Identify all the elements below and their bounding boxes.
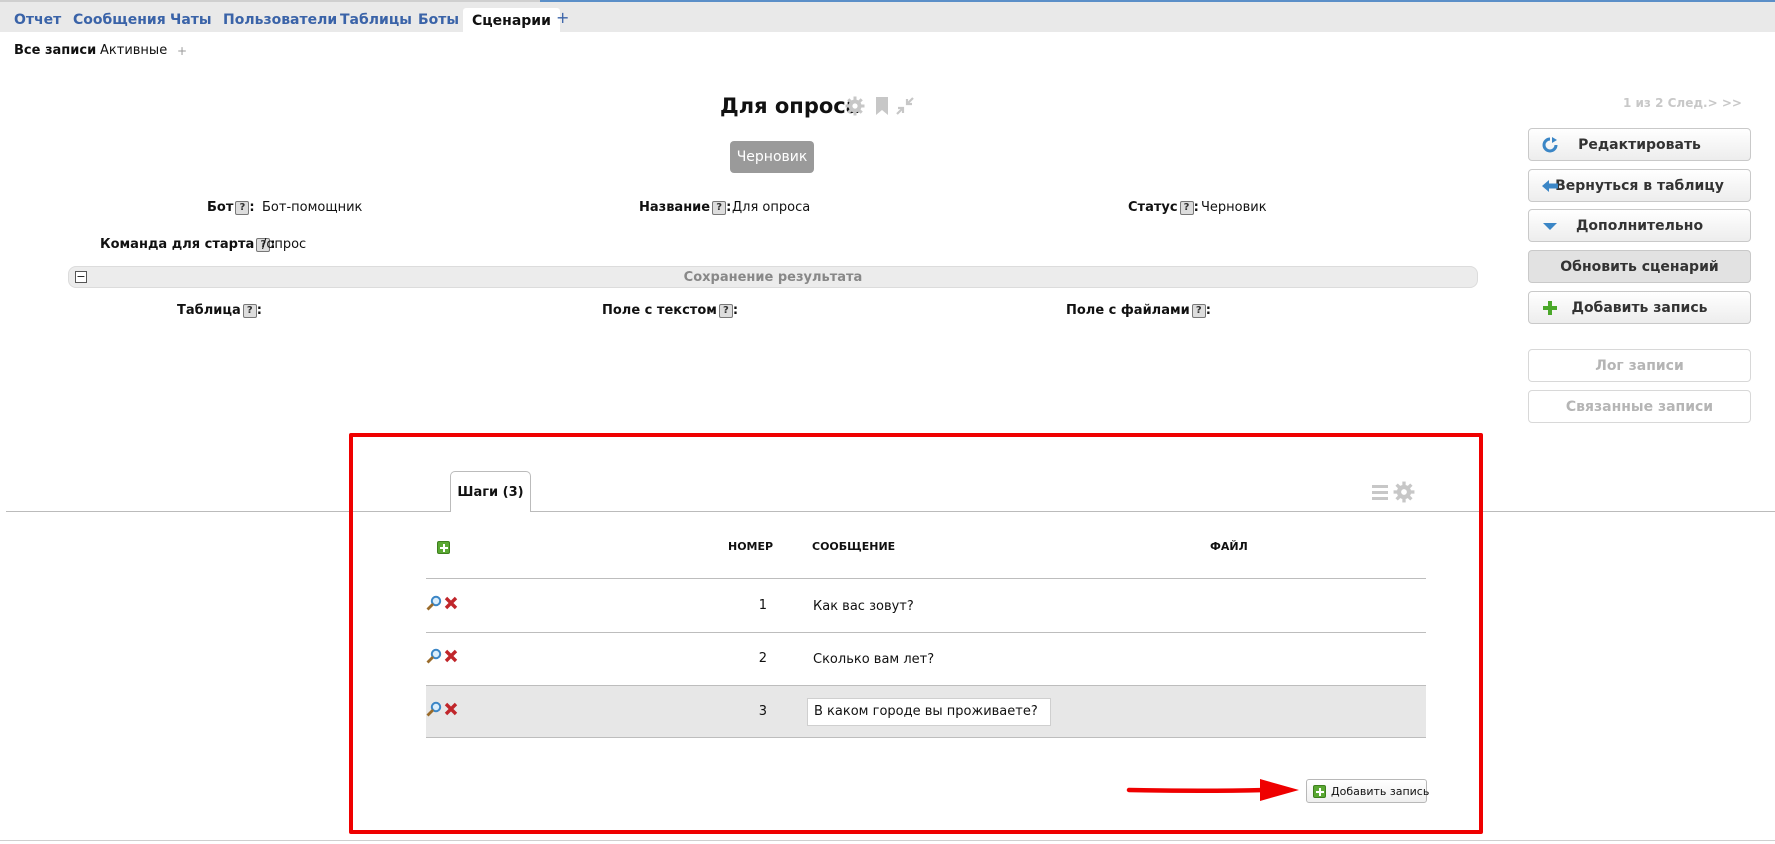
help-icon[interactable]: ? [712, 201, 727, 215]
help-icon[interactable]: ? [1191, 304, 1206, 318]
field-bot-value: Бот-помощник [262, 200, 363, 215]
bookmark-icon[interactable] [872, 96, 892, 116]
record-log-label: Лог записи [1595, 357, 1684, 374]
tab-bots[interactable]: Боты [418, 12, 459, 28]
plus-icon [1543, 301, 1557, 315]
tab-report[interactable]: Отчет [14, 12, 61, 28]
field-status-label: Статус?: [1128, 200, 1199, 215]
refresh-icon [1542, 137, 1558, 153]
section-title: Сохранение результата [683, 270, 863, 285]
field-name-value: Для опроса [732, 200, 811, 215]
field-status-value: Черновик [1201, 200, 1267, 215]
page-bottom-divider [0, 840, 1775, 841]
add-record-label: Добавить запись [1571, 299, 1708, 316]
field-files-field-label: Поле с файлами?: [1066, 303, 1211, 318]
tab-scenarios[interactable]: Сценарии [463, 8, 560, 34]
back-to-table-button[interactable]: Вернуться в таблицу [1528, 169, 1751, 202]
field-command-label: Команда для старта?: [100, 237, 276, 252]
tab-messages[interactable]: Сообщения [73, 12, 166, 28]
linked-records-button[interactable]: Связанные записи [1528, 390, 1751, 423]
add-record-button[interactable]: Добавить запись [1528, 291, 1751, 324]
back-to-table-label: Вернуться в таблицу [1555, 177, 1724, 194]
help-icon[interactable]: ? [242, 304, 257, 318]
triangle-down-icon [1543, 223, 1557, 230]
help-icon[interactable]: ? [235, 201, 250, 215]
update-scenario-label: Обновить сценарий [1560, 258, 1719, 275]
arrow-left-icon [1542, 180, 1558, 192]
tab-chats[interactable]: Чаты [170, 12, 212, 28]
tab-users[interactable]: Пользователи [223, 12, 337, 28]
subtab-all-records[interactable]: Все записи [14, 43, 96, 58]
field-text-field-label: Поле с текстом?: [602, 303, 739, 318]
record-title: Для опроса [720, 94, 860, 118]
gear-icon[interactable] [845, 96, 865, 116]
update-scenario-button[interactable]: Обновить сценарий [1528, 250, 1751, 283]
section-save-result: − Сохранение результата [68, 266, 1478, 288]
record-pager[interactable]: 1 из 2 След.> >> [1623, 96, 1742, 110]
record-log-button[interactable]: Лог записи [1528, 349, 1751, 382]
more-button[interactable]: Дополнительно [1528, 209, 1751, 242]
tab-bar-accent-line [540, 0, 1775, 2]
field-command-value: /опрос [262, 237, 307, 252]
field-bot-label: Бот?: [207, 200, 255, 215]
field-table-label: Таблица?: [177, 303, 262, 318]
linked-records-label: Связанные записи [1565, 398, 1714, 415]
help-icon[interactable]: ? [718, 304, 733, 318]
subtab-active[interactable]: Активные [100, 43, 167, 58]
edit-button-label: Редактировать [1578, 136, 1701, 153]
add-tab-button[interactable]: + [556, 8, 569, 27]
status-badge-button[interactable]: Черновик [730, 141, 814, 173]
more-button-label: Дополнительно [1575, 217, 1704, 234]
edit-button[interactable]: Редактировать [1528, 128, 1751, 161]
tab-tables[interactable]: Таблицы [340, 12, 412, 28]
highlight-frame [349, 433, 1483, 834]
help-icon[interactable]: ? [1179, 201, 1194, 215]
collapse-arrows-icon[interactable] [895, 96, 915, 116]
field-name-label: Название?: [639, 200, 732, 215]
add-subtab-button[interactable]: + [177, 44, 187, 58]
